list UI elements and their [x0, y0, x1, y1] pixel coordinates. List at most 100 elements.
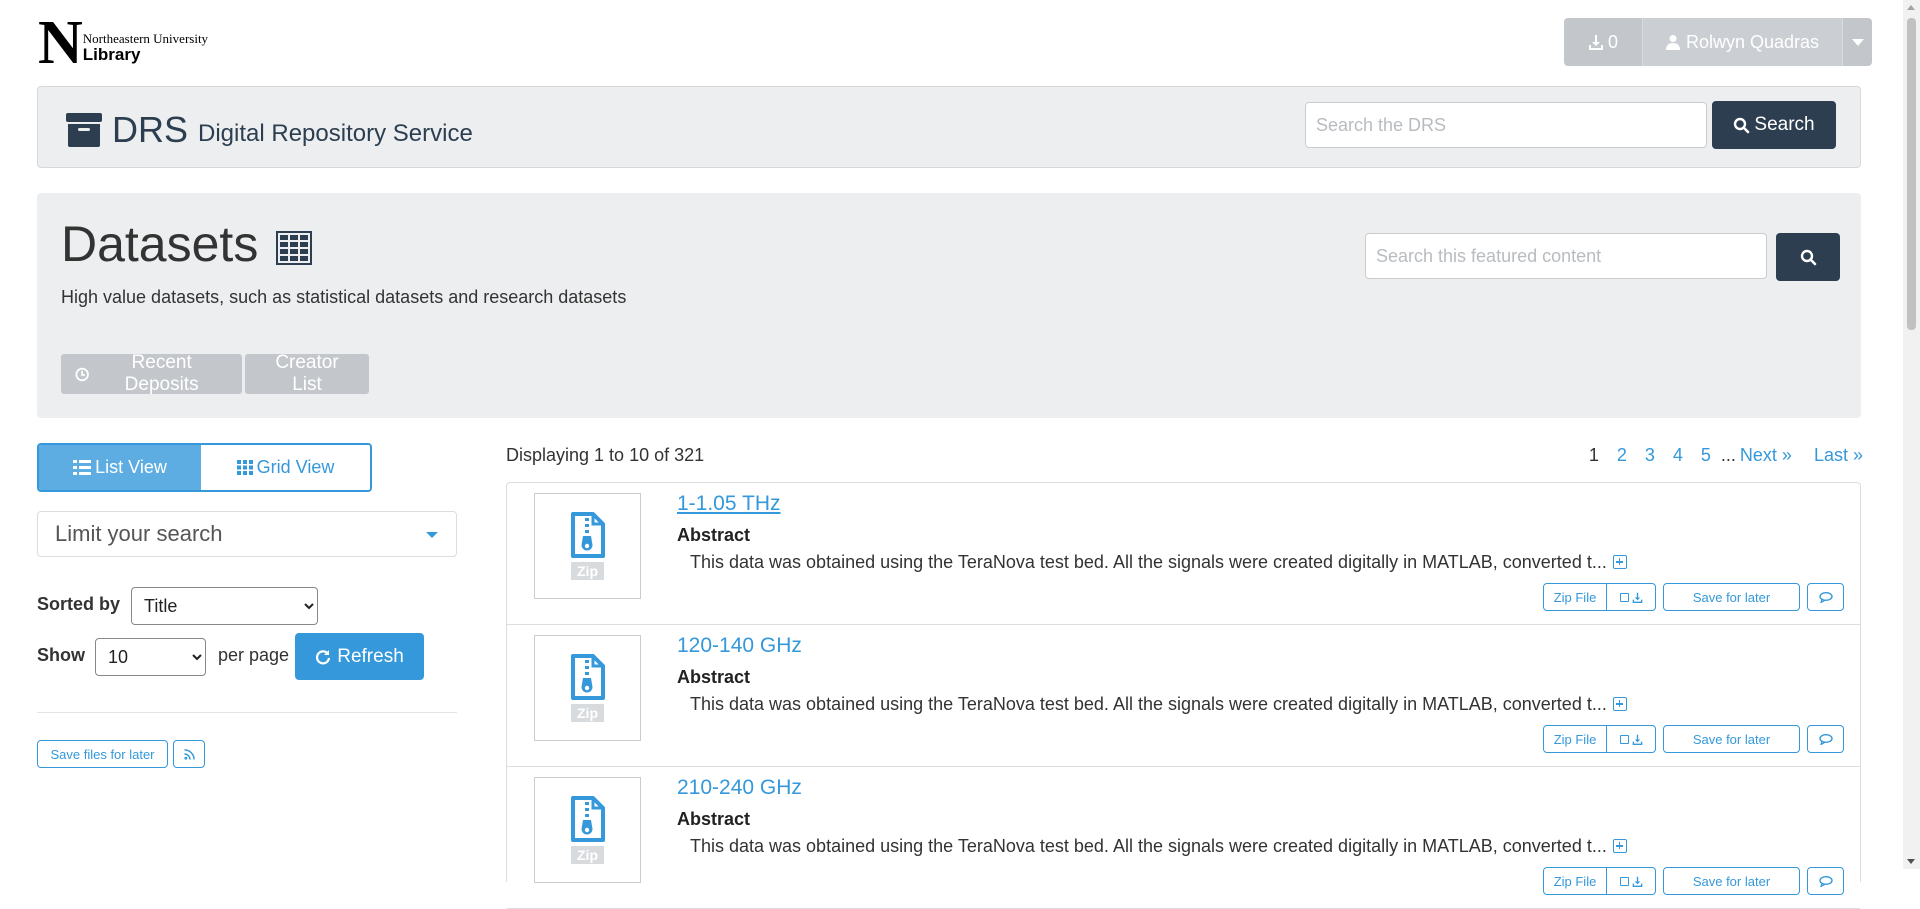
- list-view-button[interactable]: List View: [39, 445, 201, 490]
- refresh-label: Refresh: [337, 645, 404, 667]
- abstract-label: Abstract: [677, 667, 751, 687]
- logo-university: Northeastern University: [82, 31, 209, 46]
- drs-search-button[interactable]: Search: [1712, 101, 1836, 149]
- comment-button[interactable]: [1807, 583, 1844, 611]
- creator-list-button[interactable]: Creator List: [245, 352, 369, 395]
- featured-search-input[interactable]: [1365, 233, 1767, 279]
- results-list: Zip 1-1.05 THz Abstract This data was ob…: [506, 482, 1861, 909]
- page-title: Datasets: [61, 215, 313, 273]
- user-dropdown-toggle[interactable]: [1842, 18, 1872, 66]
- zip-file-icon: [570, 796, 605, 842]
- save-for-later-button[interactable]: Save for later: [1663, 725, 1800, 753]
- save-files-button[interactable]: Save files for later: [37, 740, 168, 768]
- library-logo[interactable]: N Northeastern University Library: [38, 9, 238, 77]
- list-item: Zip 1-1.05 THz Abstract This data was ob…: [507, 483, 1860, 625]
- plus-square-icon[interactable]: [1612, 697, 1627, 711]
- limit-search-dropdown[interactable]: Limit your search: [37, 511, 457, 557]
- item-title-link[interactable]: 120-140 GHz: [677, 634, 802, 658]
- page-description: High value datasets, such as statistical…: [61, 287, 627, 307]
- zip-label: Zip: [571, 704, 604, 722]
- grid-view-label: Grid View: [256, 457, 335, 477]
- drs-brand[interactable]: DRS Digital Repository Service: [66, 109, 473, 151]
- grid-view-button[interactable]: Grid View: [201, 445, 370, 490]
- pagination: 1 2 3 4 5 ... Next » Last »: [1571, 445, 1863, 466]
- drs-title: DRS: [112, 109, 189, 150]
- rss-button[interactable]: [173, 740, 205, 768]
- limit-search-label: Limit your search: [55, 521, 223, 546]
- checkbox-icon: [1619, 592, 1629, 602]
- page-title-text: Datasets: [61, 216, 259, 272]
- select-download-button[interactable]: [1607, 867, 1656, 895]
- comment-icon: [1818, 733, 1833, 745]
- divider: [37, 712, 457, 713]
- item-actions: Zip File Save for later: [1543, 583, 1844, 611]
- abstract-text: This data was obtained using the TeraNov…: [690, 552, 1627, 573]
- clock-icon: [75, 367, 89, 381]
- refresh-icon: [316, 649, 331, 664]
- featured-search-button[interactable]: [1776, 233, 1840, 281]
- archive-icon: [66, 113, 102, 147]
- scroll-up-icon[interactable]: [1907, 5, 1915, 10]
- drs-search-input[interactable]: [1305, 102, 1707, 148]
- list-view-label: List View: [95, 457, 167, 477]
- download-icon: [1632, 876, 1642, 887]
- list-icon: [73, 460, 92, 475]
- page-2[interactable]: 2: [1617, 445, 1627, 466]
- page-scrollbar[interactable]: [1903, 0, 1920, 869]
- zip-label: Zip: [571, 846, 604, 864]
- zip-file-button[interactable]: Zip File: [1543, 725, 1607, 753]
- select-download-button[interactable]: [1607, 725, 1656, 753]
- refresh-button[interactable]: Refresh: [295, 633, 424, 680]
- zip-file-button[interactable]: Zip File: [1543, 867, 1607, 895]
- logo-letter: N: [38, 9, 83, 77]
- item-actions: Zip File Save for later: [1543, 867, 1844, 895]
- save-for-later-button[interactable]: Save for later: [1663, 867, 1800, 895]
- zip-file-label: Zip File: [1553, 873, 1597, 889]
- caret-down-icon: [426, 532, 438, 538]
- select-download-button[interactable]: [1607, 583, 1656, 611]
- zip-file-button[interactable]: Zip File: [1543, 583, 1607, 611]
- next-page-link[interactable]: Next »: [1740, 445, 1792, 466]
- page-1: 1: [1588, 445, 1599, 465]
- user-button[interactable]: Rolwyn Quadras: [1642, 18, 1842, 66]
- per-page-select[interactable]: 10: [95, 638, 206, 676]
- plus-square-icon[interactable]: [1612, 555, 1627, 569]
- save-for-later-button[interactable]: Save for later: [1663, 583, 1800, 611]
- list-item: Zip 120-140 GHz Abstract This data was o…: [507, 625, 1860, 767]
- checkbox-icon: [1619, 876, 1629, 886]
- drs-header: DRS Digital Repository Service Search: [37, 86, 1861, 168]
- zip-label: Zip: [571, 562, 604, 580]
- search-icon: [1734, 117, 1750, 133]
- item-thumbnail[interactable]: Zip: [534, 493, 641, 599]
- sort-select[interactable]: Title: [131, 587, 318, 625]
- sorted-by-label: Sorted by: [37, 594, 121, 614]
- abstract-label: Abstract: [677, 809, 751, 829]
- last-page-link[interactable]: Last »: [1814, 445, 1863, 466]
- item-thumbnail[interactable]: Zip: [534, 777, 641, 883]
- zip-file-icon: [570, 654, 605, 700]
- item-thumbnail[interactable]: Zip: [534, 635, 641, 741]
- page-4[interactable]: 4: [1673, 445, 1683, 466]
- drs-subtitle: Digital Repository Service: [198, 120, 473, 147]
- comment-icon: [1818, 875, 1833, 887]
- item-title-link[interactable]: 210-240 GHz: [677, 776, 802, 800]
- comment-button[interactable]: [1807, 725, 1844, 753]
- recent-deposits-button[interactable]: Recent Deposits: [61, 352, 242, 395]
- item-title-link[interactable]: 1-1.05 THz: [677, 492, 781, 516]
- view-toggle: List View Grid View: [37, 443, 372, 492]
- page-3[interactable]: 3: [1645, 445, 1655, 466]
- save-for-later-label: Save for later: [1692, 731, 1771, 747]
- abstract-text: This data was obtained using the TeraNov…: [690, 836, 1627, 857]
- abstract-snippet: This data was obtained using the TeraNov…: [690, 552, 1607, 572]
- user-icon: [1665, 35, 1680, 50]
- zip-file-label: Zip File: [1553, 731, 1597, 747]
- comment-button[interactable]: [1807, 867, 1844, 895]
- download-icon: [1632, 734, 1642, 745]
- chevron-down-icon: [1851, 38, 1864, 46]
- scrollbar-thumb[interactable]: [1907, 18, 1916, 330]
- save-for-later-label: Save for later: [1692, 873, 1771, 889]
- scroll-down-icon[interactable]: [1907, 859, 1915, 864]
- download-queue-button[interactable]: 0: [1564, 18, 1642, 66]
- page-5[interactable]: 5: [1701, 445, 1711, 466]
- plus-square-icon[interactable]: [1612, 839, 1627, 853]
